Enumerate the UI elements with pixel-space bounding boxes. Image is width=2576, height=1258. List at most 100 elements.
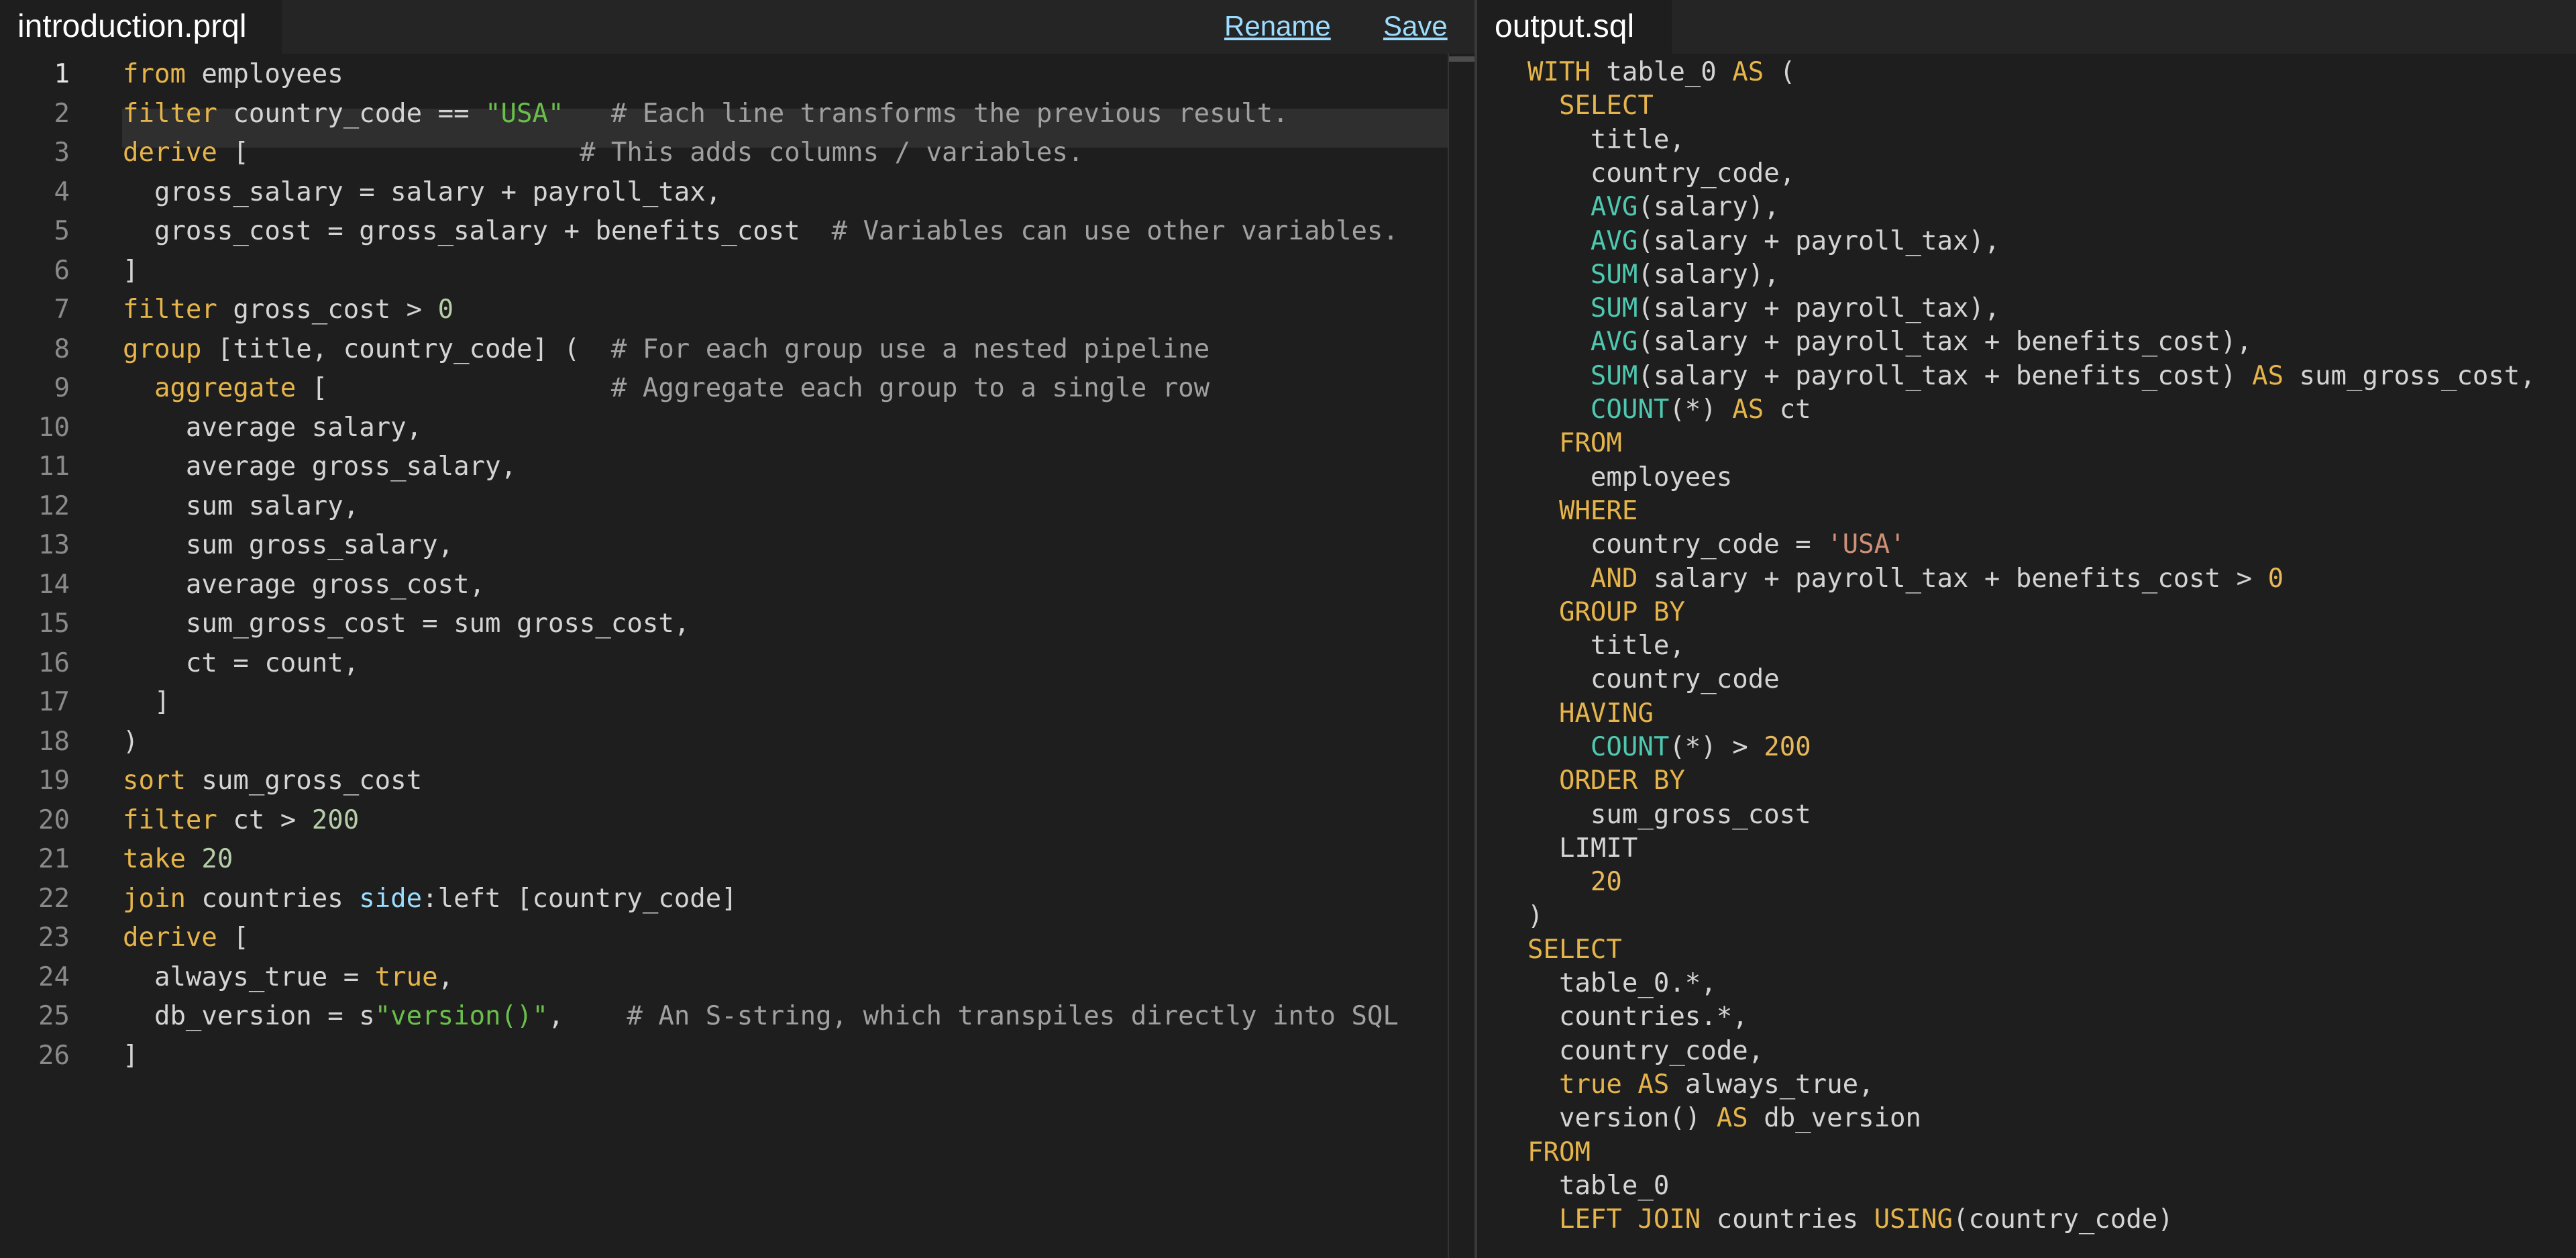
code-line[interactable]: 23 derive [ — [0, 919, 1448, 958]
sql-line: sum_gross_cost — [1527, 798, 1811, 832]
code-token: AS — [1638, 1069, 1670, 1100]
sql-line: country_code — [1527, 663, 1780, 696]
code-token: filter — [123, 98, 217, 129]
sql-line: LEFT JOIN countries USING(country_code) — [1527, 1203, 2174, 1237]
line-code: ] — [123, 683, 170, 723]
line-number: 7 — [54, 295, 70, 325]
code-line[interactable]: 17 ] — [0, 683, 1448, 723]
code-token: SUM — [1590, 293, 1638, 324]
line-code: average salary, — [123, 409, 422, 448]
code-token: (salary + payroll_tax + benefits_cost) — [1638, 360, 2253, 391]
code-line[interactable]: 6] — [0, 252, 1448, 291]
code-line[interactable]: 26] — [0, 1037, 1448, 1076]
code-token: (*) > — [1669, 732, 1764, 762]
code-line[interactable]: 11 average gross_salary, — [0, 448, 1448, 487]
line-number: 8 — [54, 333, 70, 364]
code-token: countries — [185, 883, 360, 914]
line-code: aggregate [ # Aggregate each group to a … — [123, 369, 1210, 409]
sql-line: title, — [1527, 629, 1685, 663]
code-token: AS — [1732, 57, 1764, 87]
code-line[interactable]: 13 sum gross_salary, — [0, 526, 1448, 566]
sql-line: employees — [1527, 461, 1732, 494]
editor-scrollbar[interactable] — [1448, 54, 1476, 1258]
code-token: SELECT — [1558, 91, 1654, 121]
code-token: "USA" — [485, 98, 564, 129]
code-token: ct > — [217, 804, 312, 835]
line-number: 5 — [54, 216, 70, 246]
code-token: 200 — [311, 804, 360, 835]
code-token: # An S-string, which transpiles directly… — [627, 1001, 1399, 1031]
code-token: AND — [1590, 563, 1638, 594]
code-token: # Aggregate each group to a single row — [610, 373, 1210, 403]
prql-playground: introduction.prql Rename Save 1 from empl… — [0, 0, 2576, 1258]
code-token: ) — [123, 726, 139, 757]
code-line[interactable]: 22 join countries side:left [country_code… — [0, 880, 1448, 919]
code-line[interactable]: 19 sort sum_gross_cost — [0, 762, 1448, 801]
code-token: AVG — [1590, 327, 1638, 358]
code-token: 20 — [1590, 867, 1622, 898]
code-line[interactable]: 21 take 20 — [0, 840, 1448, 880]
code-line[interactable]: 1 from employees — [0, 55, 1448, 95]
code-token: true — [1558, 1069, 1622, 1100]
line-number: 9 — [54, 373, 70, 403]
code-line[interactable]: 15 sum_gross_cost = sum gross_cost, — [0, 605, 1448, 644]
code-line[interactable]: 3 derive [ # This adds columns / variable… — [0, 134, 1448, 173]
code-line[interactable]: 10 average salary, — [0, 409, 1448, 448]
sql-line: FROM — [1527, 427, 1622, 460]
code-line[interactable]: 7 filter gross_cost > 0 — [0, 291, 1448, 330]
code-token: derive — [123, 923, 217, 953]
line-code: ) — [123, 723, 138, 762]
code-token: USING — [1874, 1204, 1953, 1235]
line-number: 4 — [54, 176, 70, 207]
tab-output-sql[interactable]: output.sql — [1477, 0, 1672, 54]
code-token: WHERE — [1558, 495, 1638, 526]
code-token: side — [359, 883, 423, 914]
code-token: ct = count, — [123, 647, 360, 678]
code-token: COUNT — [1590, 395, 1670, 425]
code-token: AS — [1716, 1103, 1748, 1134]
rename-button[interactable]: Rename — [1224, 8, 1331, 44]
line-number: 24 — [38, 961, 70, 992]
code-token: # For each group use a nested pipeline — [610, 333, 1210, 364]
code-token: sum_gross_cost, — [2284, 360, 2536, 391]
tab-introduction-prql[interactable]: introduction.prql — [0, 0, 282, 54]
save-button[interactable]: Save — [1383, 8, 1448, 44]
code-token: employees — [1527, 462, 1733, 492]
code-line[interactable]: 8 group [title, country_code] ( # For eac… — [0, 330, 1448, 370]
code-token: gross_salary = salary + payroll_tax, — [123, 176, 722, 207]
code-line[interactable]: 24 always_true = true, — [0, 958, 1448, 998]
code-token: title, — [1527, 124, 1685, 155]
code-token: sum salary, — [123, 490, 360, 521]
editor-pane: introduction.prql Rename Save 1 from empl… — [0, 0, 1476, 1258]
code-line[interactable]: 5 gross_cost = gross_salary + benefits_c… — [0, 212, 1448, 252]
code-line[interactable]: 25 db_version = s"version()", # An S-str… — [0, 997, 1448, 1037]
code-line[interactable]: 14 average gross_cost, — [0, 566, 1448, 605]
code-token: country_code = — [1527, 529, 1827, 560]
code-line[interactable]: 16 ct = count, — [0, 644, 1448, 684]
line-number: 22 — [38, 883, 70, 914]
editor-scroll-thumb[interactable] — [1449, 56, 1474, 62]
line-code: filter ct > 200 — [123, 801, 359, 841]
code-line[interactable]: 12 sum salary, — [0, 487, 1448, 527]
code-line[interactable]: 20 filter ct > 200 — [0, 801, 1448, 841]
code-token: [ — [217, 923, 249, 953]
code-line[interactable]: 9 aggregate [ # Aggregate each group to … — [0, 369, 1448, 409]
code-line[interactable]: 4 gross_salary = salary + payroll_tax, — [0, 173, 1448, 213]
code-token: [ — [217, 138, 580, 168]
code-token: gross_cost > — [217, 295, 438, 325]
line-code: sum_gross_cost = sum gross_cost, — [123, 605, 690, 644]
sql-line: table_0 — [1527, 1169, 1669, 1203]
sql-line: table_0.*, — [1527, 967, 1717, 1000]
code-line[interactable]: 2 filter country_code == "USA" # Each lin… — [0, 95, 1448, 134]
code-line[interactable]: 18) — [0, 723, 1448, 762]
line-code: filter gross_cost > 0 — [123, 291, 453, 330]
code-editor[interactable]: 1 from employees 2 filter country_code == "… — [0, 54, 1448, 1258]
code-token: ( — [1764, 57, 1796, 87]
sql-line: AND salary + payroll_tax + benefits_cost… — [1527, 562, 2284, 596]
sql-line: SELECT — [1527, 89, 1654, 123]
code-token: join — [123, 883, 186, 914]
